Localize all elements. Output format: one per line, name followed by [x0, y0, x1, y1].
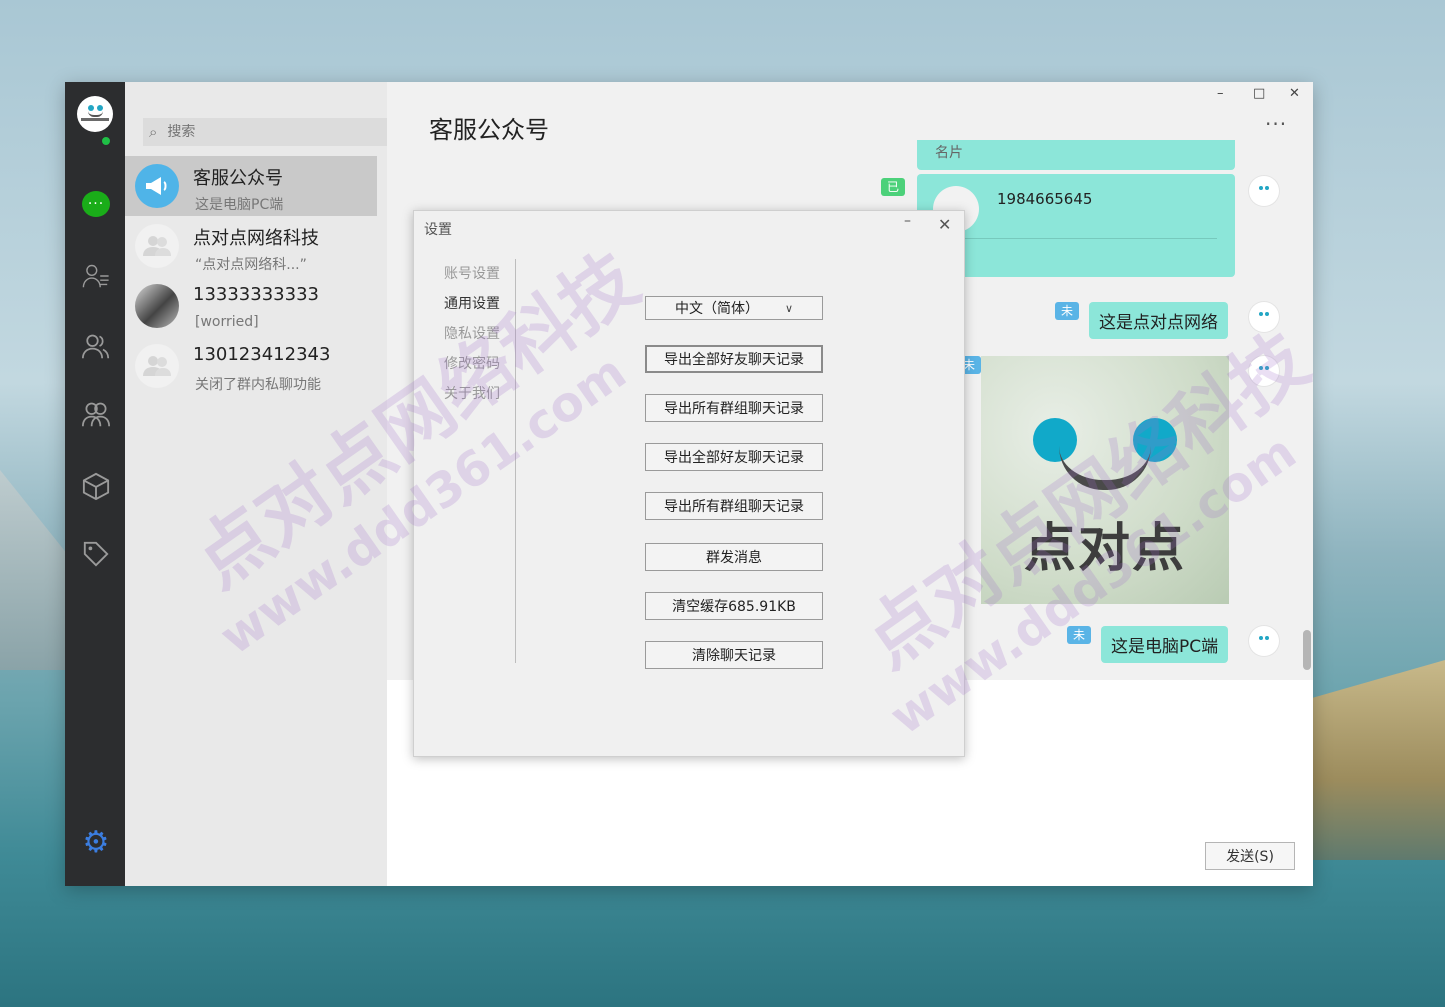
message-bubble[interactable]: 这是电脑PC端	[1101, 626, 1229, 663]
chat-title: 客服公众号	[429, 116, 549, 144]
card-message-header: 名片	[917, 140, 1235, 170]
conversation-name: 点对点网络科技	[193, 228, 319, 249]
chat-icon: ···	[82, 191, 110, 217]
conversation-preview: 这是电脑PC端	[195, 197, 284, 213]
conversation-name: 13333333333	[193, 284, 319, 305]
conversation-item[interactable]: 130123412343 关闭了群内私聊功能	[125, 336, 377, 396]
conversation-preview: “点对点网络科...”	[195, 257, 307, 273]
settings-nav: 账号设置 通用设置 隐私设置 修改密码 关于我们	[444, 263, 514, 413]
desktop-hill	[0, 470, 70, 670]
clear-cache-button[interactable]: 清空缓存685.91KB	[645, 592, 823, 620]
image-message[interactable]: 点对点	[981, 356, 1229, 604]
sidebar-item-chats[interactable]: ···	[82, 190, 110, 218]
contacts-icon	[82, 264, 109, 288]
nav-account-settings[interactable]: 账号设置	[444, 263, 514, 293]
conversation-preview: [worried]	[195, 314, 259, 330]
desktop-grass	[1305, 660, 1445, 860]
clear-chat-history-button[interactable]: 清除聊天记录	[645, 641, 823, 669]
unread-status-tag: 未	[1067, 626, 1092, 644]
group-avatar	[135, 344, 179, 388]
chevron-down-icon: ∨	[784, 301, 794, 315]
sender-avatar	[1249, 356, 1279, 386]
minimize-button[interactable]: –	[1217, 86, 1224, 101]
search-bar[interactable]: ⌕	[143, 118, 387, 146]
image-brand-text: 点对点	[1023, 519, 1186, 579]
message-bubble[interactable]: 这是点对点网络	[1089, 302, 1228, 339]
megaphone-avatar	[135, 164, 179, 208]
nav-general-settings[interactable]: 通用设置	[444, 293, 514, 323]
export-group-chats-button[interactable]: 导出所有群组聊天记录	[645, 394, 823, 422]
sender-avatar	[1249, 626, 1279, 656]
card-divider	[933, 238, 1217, 239]
online-status-dot	[101, 136, 111, 146]
card-label: 名片	[935, 145, 963, 161]
export-friend-chats-button[interactable]: 导出全部好友聊天记录	[645, 443, 823, 471]
tag-icon	[83, 541, 109, 567]
conversation-item[interactable]: 点对点网络科技 “点对点网络科...”	[125, 216, 377, 276]
send-button[interactable]: 发送(S)	[1205, 842, 1295, 870]
more-options-button[interactable]: ···	[1265, 112, 1287, 136]
close-button[interactable]: ✕	[1289, 86, 1300, 101]
conversation-name: 客服公众号	[193, 168, 283, 189]
export-friend-chats-button[interactable]: 导出全部好友聊天记录	[645, 345, 823, 373]
nav-change-password[interactable]: 修改密码	[444, 353, 514, 383]
settings-button[interactable]: ⚙	[82, 825, 110, 860]
search-input[interactable]	[167, 124, 358, 140]
broadcast-message-button[interactable]: 群发消息	[645, 543, 823, 571]
sidebar-item-contacts[interactable]	[82, 262, 110, 290]
dialog-title: 设置	[424, 222, 452, 238]
photo-avatar	[135, 284, 179, 328]
box-icon	[82, 472, 110, 501]
unread-status-tag: 未	[1055, 302, 1080, 320]
sender-avatar	[1249, 302, 1279, 332]
dialog-close-button[interactable]: ✕	[938, 215, 951, 234]
sender-avatar	[1249, 176, 1279, 206]
conversation-preview: 关闭了群内私聊功能	[195, 377, 321, 393]
user-avatar[interactable]	[77, 96, 113, 132]
chat-scrollbar[interactable]	[1303, 630, 1311, 670]
conversation-item[interactable]: 13333333333 [worried]	[125, 276, 377, 336]
group-avatar	[135, 224, 179, 268]
nav-about-us[interactable]: 关于我们	[444, 383, 514, 413]
sidebar-item-box[interactable]	[82, 472, 110, 501]
sidebar-item-tags[interactable]	[82, 540, 110, 568]
dialog-minimize-button[interactable]: –	[904, 213, 911, 229]
export-group-chats-button[interactable]: 导出所有群组聊天记录	[645, 492, 823, 520]
conversation-name: 130123412343	[193, 344, 331, 365]
read-status-tag: 已	[881, 178, 906, 196]
search-icon: ⌕	[149, 123, 158, 141]
sidebar-item-friends[interactable]	[82, 332, 110, 360]
card-number: 1984665645	[997, 190, 1093, 208]
language-select[interactable]: 中文（简体） ∨	[645, 296, 823, 320]
nav-divider	[515, 259, 516, 663]
conversation-item[interactable]: 客服公众号 这是电脑PC端	[125, 156, 377, 216]
maximize-button[interactable]: □	[1253, 86, 1265, 101]
conversation-panel: ⌕ 客服公众号 这是电脑PC端 点对点网络科技 “点对点网络科...” 1333…	[125, 82, 445, 886]
gear-icon: ⚙	[82, 825, 110, 860]
settings-dialog: 设置 – ✕ 账号设置 通用设置 隐私设置 修改密码 关于我们 中文（简体） ∨…	[413, 210, 965, 757]
sidebar: ··· ⚙	[65, 82, 125, 886]
nav-privacy-settings[interactable]: 隐私设置	[444, 323, 514, 353]
sidebar-item-groups[interactable]	[82, 400, 110, 428]
groups-icon	[82, 402, 110, 427]
friends-icon	[82, 334, 110, 359]
language-value: 中文（简体）	[674, 301, 759, 317]
